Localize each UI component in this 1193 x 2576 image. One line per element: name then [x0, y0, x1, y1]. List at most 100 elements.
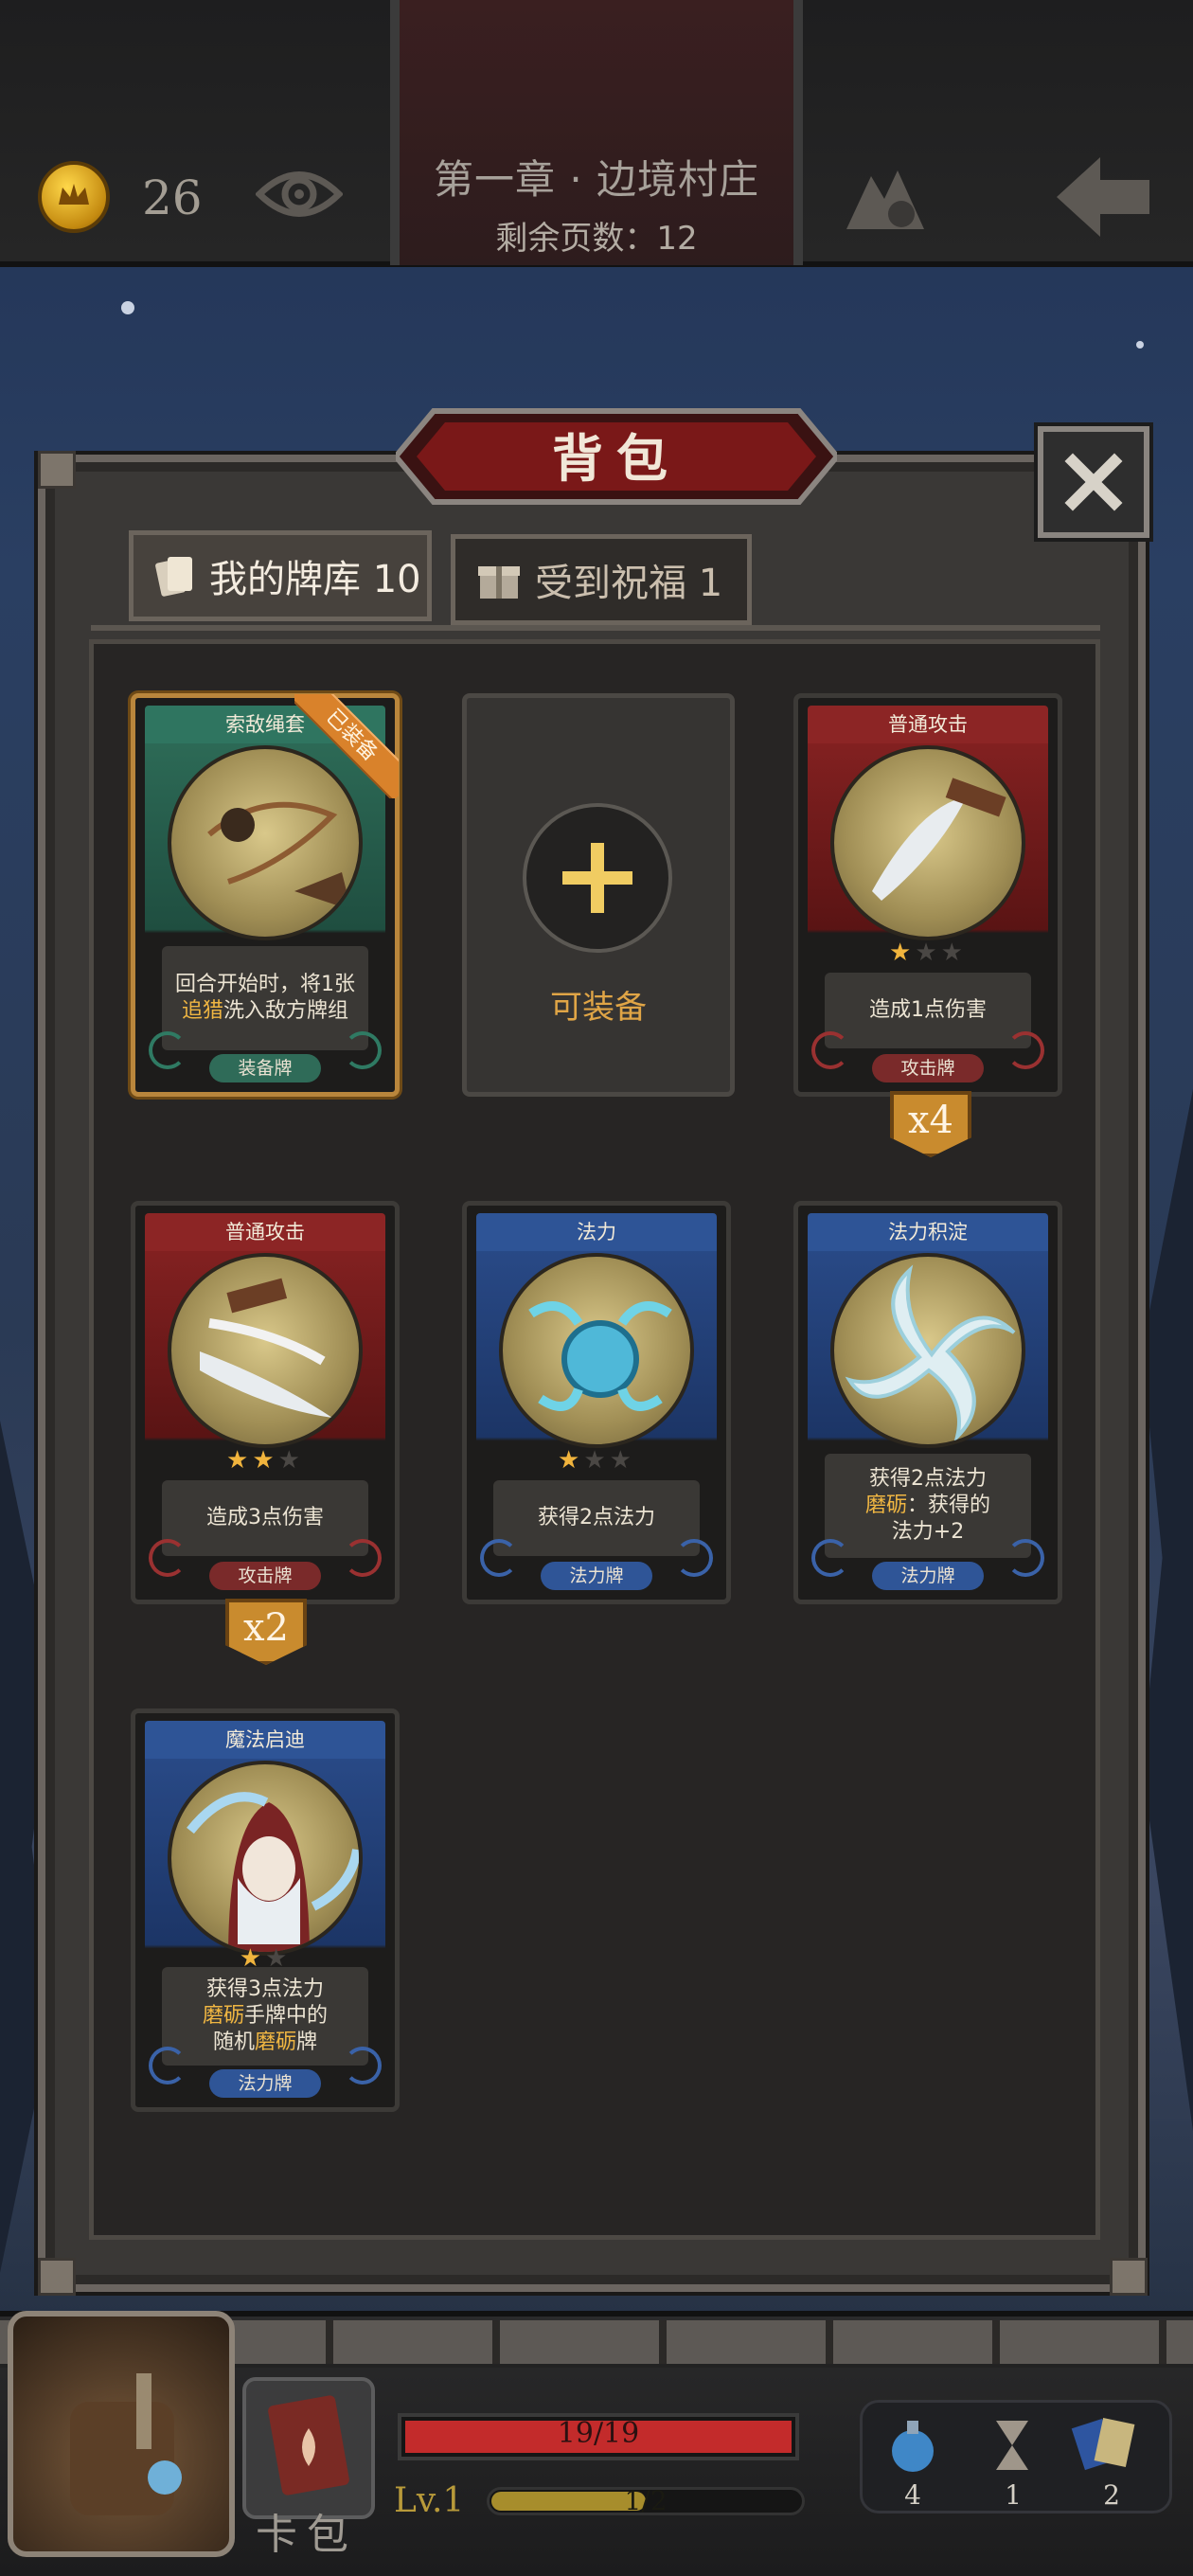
frame-corner	[38, 2258, 76, 2296]
xp-text: 1/2	[624, 2485, 668, 2516]
snowflake	[1136, 341, 1144, 349]
card-type: 攻击牌	[209, 1562, 321, 1590]
card-name: 魔法启迪	[145, 1721, 385, 1759]
card-description: 获得3点法力 磨砺手牌中的 随机磨砺牌	[162, 1967, 368, 2066]
card-description: 获得2点法力 磨砺：获得的 法力+2	[825, 1454, 1031, 1558]
vortex-icon	[845, 1264, 1016, 1443]
card-stack-icon[interactable]	[1070, 2413, 1142, 2474]
eye-icon[interactable]	[256, 161, 343, 227]
spellbook-icon	[268, 2395, 349, 2496]
add-equip-button[interactable]	[523, 803, 672, 953]
pages-remaining: 剩余页数：12	[495, 220, 698, 258]
card-pack-label: 卡包	[256, 2511, 358, 2559]
keyword-hone: 磨砺	[202, 2004, 244, 2028]
card-art	[830, 1253, 1025, 1448]
desc-line: 磨砺手牌中的	[202, 2004, 329, 2028]
tab-divider	[91, 625, 1100, 631]
tab-my-deck[interactable]: 我的牌库 10	[129, 530, 432, 621]
dagger-icon	[872, 778, 1006, 901]
card-name: 法力积淀	[808, 1213, 1048, 1251]
frame-swirl	[344, 1539, 382, 1577]
frame-swirl	[344, 1031, 382, 1069]
frame-swirl	[344, 2047, 382, 2084]
backpack-tools-icon	[70, 2373, 182, 2515]
star-rating: ★★★	[558, 1446, 635, 1475]
star-rating: ★★★	[889, 939, 967, 967]
card-art	[830, 745, 1025, 940]
frame-corner	[1110, 2258, 1148, 2296]
card-name: 普通攻击	[145, 1213, 385, 1251]
panel-title: 背包	[552, 429, 681, 489]
card-basic-attack[interactable]: 普通攻击 ★★★ 造成1点伤害 攻击牌	[793, 693, 1062, 1097]
card-pack-button[interactable]	[242, 2377, 375, 2519]
card-art	[168, 1253, 363, 1448]
card-mana-accumulation[interactable]: 法力积淀 获得2点法力 磨砺：获得的 法力+2 法力牌	[793, 1201, 1062, 1604]
desc-line: 随机磨砺牌	[212, 2030, 318, 2054]
close-button[interactable]	[1034, 422, 1153, 542]
hooded-mage-icon	[187, 1792, 359, 1952]
desc-line: 磨砺：获得的	[864, 1494, 991, 1517]
card-basic-attack[interactable]: 普通攻击 ★★★ 造成3点伤害 攻击牌	[131, 1201, 400, 1604]
mana-orb-icon	[528, 1301, 672, 1411]
card-name: 普通攻击	[808, 706, 1048, 743]
frame-swirl	[149, 2047, 187, 2084]
close-icon	[1064, 453, 1123, 511]
card-description: 回合开始时，将1张 追猎洗入敌方牌组	[162, 946, 368, 1050]
desc-line: 获得3点法力	[206, 1977, 324, 2001]
hourglass-count: 1	[1005, 2479, 1022, 2511]
card-type: 法力牌	[872, 1562, 984, 1590]
chapter-title: 第一章 · 边境村庄	[433, 156, 760, 203]
coin-count: 26	[142, 170, 203, 225]
card-description: 获得2点法力	[493, 1480, 700, 1556]
desc-line: 造成1点伤害	[869, 998, 987, 1022]
gift-icon	[478, 566, 520, 599]
card-stack-count: 2	[1103, 2479, 1120, 2511]
frame-swirl	[1006, 1539, 1044, 1577]
card-mana[interactable]: 法力 ★★★ 获得2点法力 法力牌	[462, 1201, 731, 1604]
level-label: Lv.1	[394, 2481, 465, 2520]
potion-icon[interactable]	[884, 2415, 941, 2476]
card-art	[499, 1253, 694, 1448]
potion-count: 4	[904, 2479, 921, 2511]
hp-text: 19/19	[557, 2417, 640, 2450]
frame-swirl	[811, 1539, 849, 1577]
cards-icon	[155, 557, 192, 597]
snowflake	[121, 301, 134, 314]
backpack-icon[interactable]	[8, 2311, 235, 2557]
plus-icon	[562, 843, 632, 913]
card-type: 法力牌	[541, 1562, 652, 1590]
equipped-badge: 已装备	[294, 694, 399, 798]
card-description: 造成3点伤害	[162, 1480, 368, 1556]
crown-icon	[59, 184, 89, 205]
card-description: 造成1点伤害	[825, 973, 1031, 1048]
frame-swirl	[149, 1539, 187, 1577]
map-icon[interactable]	[843, 157, 928, 233]
keyword-chase: 追猎	[181, 999, 223, 1023]
card-name: 法力	[476, 1213, 717, 1251]
frame-swirl	[1006, 1031, 1044, 1069]
frame-swirl	[480, 1539, 518, 1577]
card-type: 法力牌	[209, 2069, 321, 2098]
frame-swirl	[811, 1031, 849, 1069]
desc-line: 回合开始时，将1张	[175, 973, 355, 996]
frame-swirl	[675, 1539, 713, 1577]
tab-label: 受到祝福 1	[535, 562, 723, 605]
desc-line: 获得2点法力	[538, 1506, 655, 1530]
star-rating: ★★★	[226, 1446, 304, 1475]
desc-line: 追猎洗入敌方牌组	[181, 999, 349, 1023]
desc-line: 获得2点法力	[869, 1467, 987, 1491]
slash-dagger-icon	[200, 1278, 332, 1418]
keyword-hone: 磨砺	[254, 2030, 296, 2054]
tab-label: 我的牌库 10	[209, 558, 421, 601]
desc-line: 造成3点伤害	[206, 1506, 324, 1530]
card-snare[interactable]: 索敌绳套 回合开始时，将1张 追猎洗入敌方牌组 装备牌 已装备	[131, 693, 400, 1097]
empty-slot-label: 可装备	[550, 989, 647, 1027]
frame-swirl	[149, 1031, 187, 1069]
keyword-hone: 磨砺	[864, 1494, 907, 1517]
tab-blessings[interactable]: 受到祝福 1	[451, 534, 752, 625]
desc-line: 法力+2	[891, 1520, 965, 1544]
hourglass-icon[interactable]	[990, 2417, 1034, 2474]
card-type: 装备牌	[209, 1054, 321, 1082]
card-magic-enlightenment[interactable]: 魔法启迪 ★★ 获得3点法力 磨砺手牌中的 随机磨砺牌 法力牌	[131, 1708, 400, 2112]
back-arrow-icon[interactable]	[1053, 153, 1153, 241]
